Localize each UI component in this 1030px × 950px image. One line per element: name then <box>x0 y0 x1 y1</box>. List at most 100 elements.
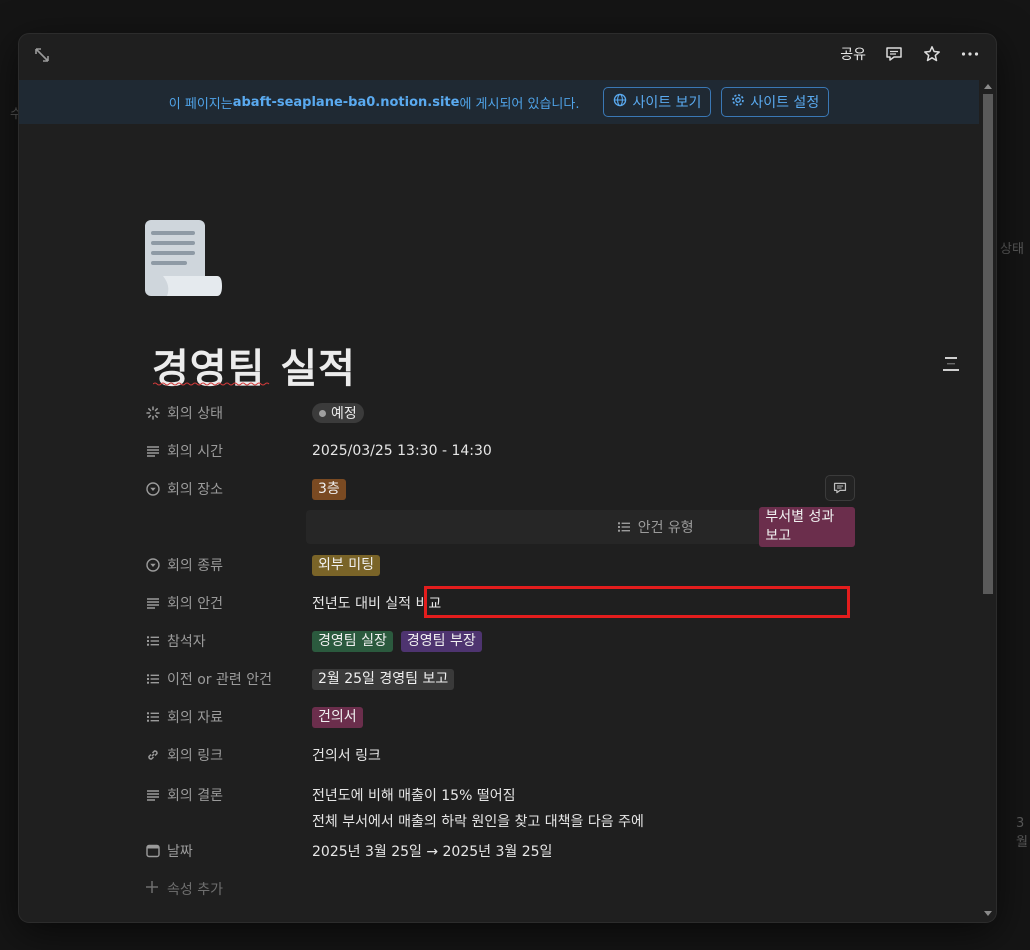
tag[interactable]: 외부 미팅 <box>312 554 380 576</box>
share-button[interactable]: 공유 <box>840 44 866 64</box>
property-label-text: 회의 링크 <box>167 748 223 764</box>
property-label[interactable]: 안건 유형 <box>614 517 760 537</box>
property-text: 2025년 3월 25일 → 2025년 3월 25일 <box>312 844 553 860</box>
property-text-line: 전년도에 비해 매출이 15% 떨어짐 <box>312 788 516 804</box>
banner-prefix: 이 페이지는 <box>168 96 233 112</box>
property-text: 건의서 링크 <box>312 748 381 764</box>
property-label[interactable]: 회의 장소 <box>143 479 312 499</box>
property-label[interactable]: 회의 결론 <box>143 785 312 805</box>
tag[interactable]: 경영팀 부장 <box>400 630 482 652</box>
tag[interactable]: 3층 <box>312 478 346 500</box>
banner-domain: abaft-seaplane-ba0.notion.site <box>232 94 460 110</box>
scroll-down-arrow[interactable] <box>984 911 992 916</box>
background-text-right: 상태 <box>1000 242 1024 257</box>
property-value[interactable]: 전년도에 비해 매출이 15% 떨어짐전체 부서에서 매출의 하락 원인을 찾고… <box>312 785 644 831</box>
property-row[interactable]: 참석자 경영팀 실장 경영팀 부장 <box>143 622 855 660</box>
scroll-up-arrow[interactable] <box>984 84 992 89</box>
property-label-text: 회의 자료 <box>167 710 223 726</box>
add-property-button[interactable]: 속성 추가 <box>143 870 855 908</box>
property-label-text: 회의 안건 <box>167 596 223 612</box>
property-row[interactable]: 회의 시간 2025/03/25 13:30 - 14:30 <box>143 432 855 470</box>
property-row[interactable]: 회의 안건 전년도 대비 실적 비교 <box>143 584 855 622</box>
scrollbar[interactable] <box>983 84 993 916</box>
add-property-label: 속성 추가 <box>167 882 223 898</box>
status-text: 예정 <box>331 406 357 422</box>
background-text-bottom-right: 3월 <box>1016 816 1028 850</box>
link-icon <box>145 747 161 763</box>
page-peek-modal: 공유 이 페이지는 abaft-seaplane-ba0.notion.site… <box>19 34 996 922</box>
property-label-text: 참석자 <box>167 634 206 650</box>
spellcheck-underline <box>153 382 270 386</box>
property-value[interactable]: 전년도 대비 실적 비교 <box>312 593 441 613</box>
property-label-text: 회의 종류 <box>167 558 223 574</box>
property-label-text: 회의 상태 <box>167 406 223 422</box>
site-settings-button[interactable]: 사이트 설정 <box>721 87 830 117</box>
property-value[interactable]: 2025/03/25 13:30 - 14:30 <box>312 443 492 459</box>
expand-icon[interactable] <box>33 46 55 68</box>
status-icon <box>145 405 161 421</box>
property-label-text: 날짜 <box>167 844 193 860</box>
status-badge[interactable]: 예정 <box>312 403 364 423</box>
property-label-text: 회의 장소 <box>167 482 223 498</box>
property-row[interactable]: 회의 자료 건의서 <box>143 698 855 736</box>
property-label[interactable]: 회의 자료 <box>143 707 312 727</box>
property-row[interactable]: 회의 결론 전년도에 비해 매출이 15% 떨어짐전체 부서에서 매출의 하락 원… <box>143 774 855 832</box>
property-row[interactable]: 안건 유형 부서별 성과 보고 <box>143 507 855 547</box>
property-text: 2025/03/25 13:30 - 14:30 <box>312 443 492 459</box>
list-icon <box>145 709 161 725</box>
property-value[interactable]: 2월 25일 경영팀 보고 <box>312 668 455 690</box>
modal-topbar: 공유 <box>19 34 996 80</box>
property-label[interactable]: 회의 종류 <box>143 555 312 575</box>
property-label[interactable]: 이전 or 관련 안건 <box>143 669 312 689</box>
select-icon <box>145 557 161 573</box>
property-label[interactable]: 회의 상태 <box>143 403 312 423</box>
list-icon <box>145 633 161 649</box>
globe-icon <box>613 93 627 111</box>
list-icon <box>616 519 632 535</box>
property-value[interactable]: 부서별 성과 보고 <box>759 507 855 547</box>
property-row[interactable]: 회의 종류 외부 미팅 <box>143 546 855 584</box>
more-icon[interactable] <box>960 44 980 64</box>
property-value[interactable]: 예정 <box>312 403 364 423</box>
property-row[interactable]: 회의 링크 건의서 링크 <box>143 736 855 774</box>
property-value[interactable]: 3층 <box>312 478 346 500</box>
tag[interactable]: 건의서 <box>312 706 363 728</box>
table-of-contents-icon[interactable] <box>943 354 959 374</box>
property-label-text: 이전 or 관련 안건 <box>167 672 272 688</box>
property-value[interactable]: 2025년 3월 25일 → 2025년 3월 25일 <box>312 841 552 861</box>
property-label[interactable]: 회의 링크 <box>143 745 312 765</box>
property-text: 전년도 대비 실적 비교 <box>312 596 442 612</box>
comment-icon <box>833 482 847 494</box>
property-label[interactable]: 회의 안건 <box>143 593 312 613</box>
property-label-text: 회의 시간 <box>167 444 223 460</box>
tag[interactable]: 2월 25일 경영팀 보고 <box>312 668 455 690</box>
calendar-icon <box>145 843 161 859</box>
property-row[interactable]: 날짜 2025년 3월 25일 → 2025년 3월 25일 <box>143 832 855 870</box>
tag[interactable]: 경영팀 실장 <box>312 630 393 652</box>
add-comment-button[interactable] <box>825 475 855 501</box>
view-site-button[interactable]: 사이트 보기 <box>603 87 712 117</box>
comment-icon[interactable] <box>884 44 904 64</box>
property-text-line: 전체 부서에서 매출의 하락 원인을 찾고 대책을 다음 주에 <box>312 814 644 830</box>
property-value[interactable]: 경영팀 실장 경영팀 부장 <box>312 630 482 652</box>
property-value[interactable]: 건의서 링크 <box>312 745 381 765</box>
published-banner: 이 페이지는 abaft-seaplane-ba0.notion.site 에 … <box>19 80 979 124</box>
select-icon <box>145 481 161 497</box>
property-value[interactable]: 건의서 <box>312 706 363 728</box>
gear-icon <box>731 93 745 111</box>
text-icon <box>145 443 161 459</box>
property-label[interactable]: 회의 시간 <box>143 441 312 461</box>
property-value[interactable]: 외부 미팅 <box>312 554 380 576</box>
star-icon[interactable] <box>922 44 942 64</box>
property-row[interactable]: 회의 장소 3층 <box>143 470 855 508</box>
document-scroll-icon[interactable] <box>143 218 223 300</box>
list-icon <box>145 671 161 687</box>
property-label[interactable]: 날짜 <box>143 841 312 861</box>
view-site-label: 사이트 보기 <box>632 95 702 111</box>
tag[interactable]: 부서별 성과 보고 <box>759 507 855 547</box>
property-row[interactable]: 이전 or 관련 안건 2월 25일 경영팀 보고 <box>143 660 855 698</box>
property-label[interactable]: 참석자 <box>143 631 312 651</box>
scroll-thumb[interactable] <box>983 94 993 594</box>
property-row[interactable]: 회의 상태 예정 <box>143 394 855 432</box>
site-settings-label: 사이트 설정 <box>750 95 820 111</box>
